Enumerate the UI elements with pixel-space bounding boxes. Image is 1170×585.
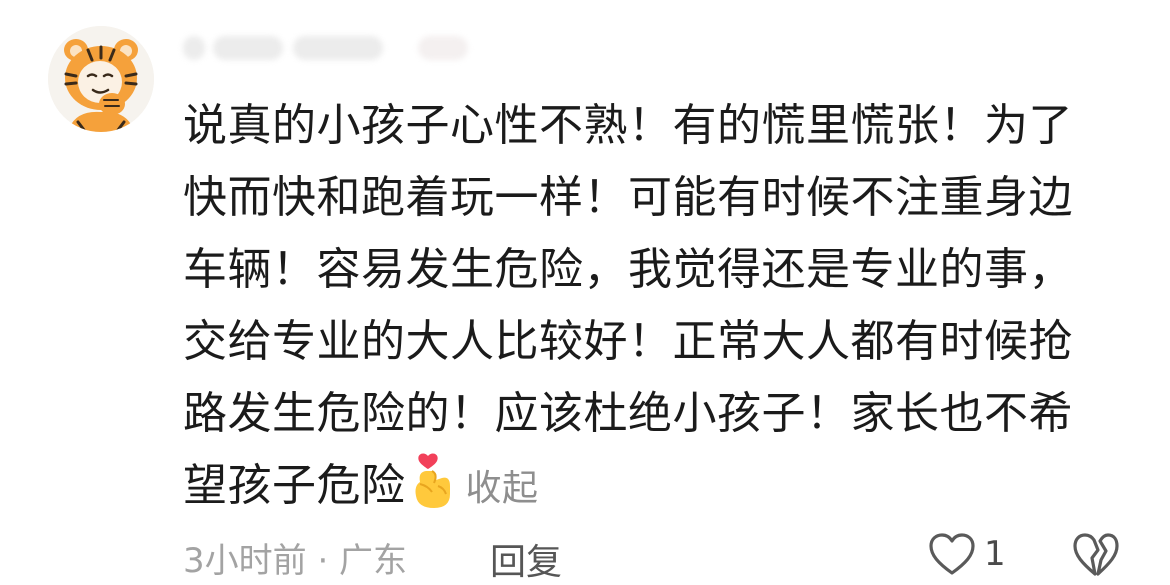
comment-line: 车辆！容易发生危险，我觉得还是专业的事， (183, 244, 1073, 295)
comment-line: 交给专业的大人比较好！正常大人都有时候抢 (183, 316, 1073, 367)
broken-heart-icon (1073, 533, 1119, 576)
comment-line: 快而快和跑着玩一样！可能有时候不注重身边 (183, 172, 1073, 223)
tiger-avatar-icon (48, 26, 154, 132)
comment-line: 说真的小孩子心性不熟！有的慌里慌张！为了 (183, 100, 1073, 151)
dislike-button[interactable] (1072, 532, 1120, 578)
comment-text: 说真的小孩子心性不熟！有的慌里慌张！为了 快而快和跑着玩一样！可能有时候不注重身… (183, 90, 1113, 522)
comment-meta: 3小时前 · 广东 (183, 541, 408, 581)
heart-outline-icon (929, 533, 975, 575)
like-count: 1 (984, 534, 1006, 574)
comment-line: 路发生危险的！应该杜绝小孩子！家长也不希 (183, 388, 1073, 439)
collapse-link[interactable]: 收起 (466, 468, 539, 509)
user-avatar[interactable] (48, 26, 154, 132)
reply-button[interactable]: 回复 (490, 533, 562, 585)
like-button[interactable]: 1 (928, 530, 1006, 578)
username-obscured[interactable] (183, 30, 473, 68)
comment-last-line: 望孩子危险 收起 (183, 450, 1113, 522)
comment-item: 说真的小孩子心性不熟！有的慌里慌张！为了 快而快和跑着玩一样！可能有时候不注重身… (0, 0, 1170, 585)
finger-heart-emoji (408, 452, 456, 510)
comment-line: 望孩子危险 (183, 460, 406, 511)
